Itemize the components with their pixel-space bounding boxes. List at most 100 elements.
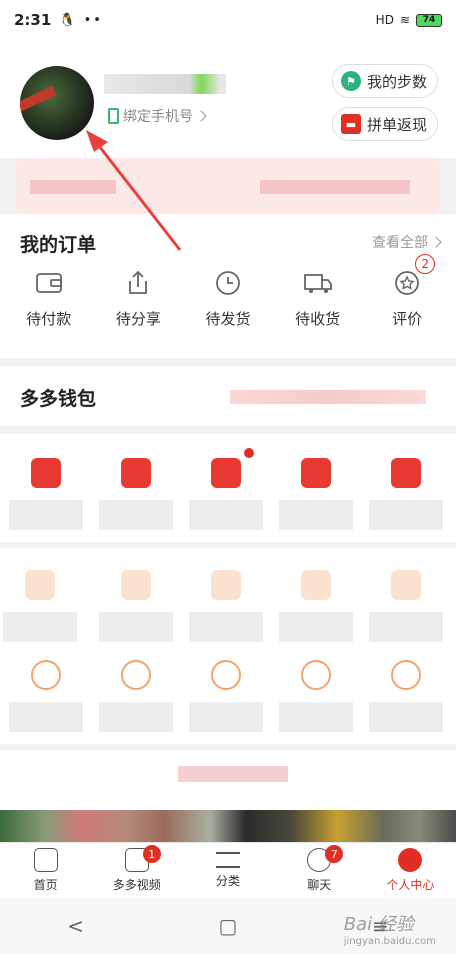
wallet-icon bbox=[34, 268, 64, 298]
view-all-orders-link[interactable]: 查看全部 bbox=[372, 232, 442, 252]
promo-banner[interactable] bbox=[16, 158, 440, 214]
battery-icon: 74 bbox=[416, 13, 442, 27]
watermark-sub: jingyan.baidu.com bbox=[343, 936, 436, 947]
tab-label: 多多视频 bbox=[112, 878, 161, 892]
service-item[interactable] bbox=[96, 660, 176, 732]
tab-video[interactable]: 1 多多视频 bbox=[91, 843, 182, 898]
wallet-grid-item[interactable] bbox=[366, 458, 446, 530]
services-grid bbox=[0, 548, 456, 744]
bind-phone-label: 绑定手机号 bbox=[123, 109, 193, 125]
wallet-title: 多多钱包 bbox=[20, 388, 97, 410]
yuan-coin-icon bbox=[391, 458, 421, 488]
grid-label-blurred bbox=[189, 612, 263, 642]
runner-icon: ⚑ bbox=[340, 71, 361, 91]
wallet-grid-item[interactable] bbox=[186, 448, 266, 530]
share-icon bbox=[123, 268, 153, 298]
ticket-icon bbox=[31, 458, 61, 488]
wallet-info-blurred bbox=[230, 390, 426, 404]
bind-phone-link[interactable]: 绑定手机号 bbox=[108, 106, 207, 126]
profile-icon bbox=[398, 848, 423, 872]
promo-text-blurred bbox=[30, 180, 116, 194]
document-icon bbox=[31, 660, 61, 690]
grid-label-blurred bbox=[9, 500, 83, 530]
service-icon bbox=[391, 570, 421, 600]
review-count-badge: 2 bbox=[415, 254, 436, 274]
service-item[interactable] bbox=[276, 660, 356, 732]
order-item-label: 评价 bbox=[392, 310, 423, 328]
wallet-grid-item[interactable] bbox=[96, 458, 176, 530]
my-steps-button[interactable]: ⚑ 我的步数 bbox=[331, 64, 438, 98]
train-icon bbox=[121, 660, 151, 690]
username-blurred bbox=[104, 74, 226, 94]
service-item[interactable] bbox=[366, 570, 446, 642]
group-cashback-button[interactable]: ▬ 拼单返现 bbox=[331, 107, 438, 141]
service-item[interactable] bbox=[96, 570, 176, 642]
order-review[interactable]: 2 评价 bbox=[367, 254, 447, 329]
wallet-grid-item[interactable] bbox=[6, 458, 86, 530]
category-icon bbox=[216, 852, 240, 868]
product-feed-blurred[interactable] bbox=[0, 810, 456, 842]
service-icon bbox=[25, 570, 55, 600]
gift-card-icon bbox=[211, 458, 241, 488]
phone-icon bbox=[108, 108, 119, 124]
order-pending-receipt[interactable]: 待收货 bbox=[278, 268, 358, 329]
service-item[interactable] bbox=[186, 660, 266, 732]
my-steps-label: 我的步数 bbox=[366, 72, 427, 91]
tab-chat[interactable]: 7 聊天 bbox=[274, 843, 365, 898]
service-item[interactable] bbox=[366, 660, 446, 732]
back-button[interactable]: < bbox=[67, 914, 84, 938]
group-cashback-label: 拼单返现 bbox=[366, 115, 427, 134]
wallet-grid-item[interactable] bbox=[276, 458, 356, 530]
headset-icon bbox=[301, 660, 331, 690]
order-item-label: 待收货 bbox=[295, 310, 341, 328]
truck-icon bbox=[303, 268, 333, 298]
shopping-bag-icon bbox=[121, 458, 151, 488]
grid-label-blurred bbox=[279, 500, 353, 530]
grid-label-blurred bbox=[189, 500, 263, 530]
grid-label-blurred bbox=[189, 702, 263, 732]
service-icon bbox=[301, 570, 331, 600]
service-icon bbox=[211, 570, 241, 600]
service-item[interactable] bbox=[6, 660, 86, 732]
chevron-right-icon bbox=[195, 110, 207, 122]
recommend-title-blurred bbox=[178, 766, 288, 782]
video-badge: 1 bbox=[142, 845, 161, 863]
order-pending-share[interactable]: 待分享 bbox=[98, 268, 178, 329]
chevron-right-icon bbox=[430, 236, 442, 248]
red-packet-icon: ▬ bbox=[340, 114, 361, 134]
wallet-grid bbox=[0, 434, 456, 542]
tab-label: 分类 bbox=[216, 874, 241, 888]
order-pending-payment[interactable]: 待付款 bbox=[9, 268, 89, 329]
review-icon bbox=[392, 268, 422, 298]
notification-dot bbox=[244, 448, 254, 458]
grid-label-blurred bbox=[369, 500, 443, 530]
order-item-label: 待付款 bbox=[26, 310, 72, 328]
service-item[interactable] bbox=[186, 570, 266, 642]
grid-label-blurred bbox=[369, 612, 443, 642]
view-all-label: 查看全部 bbox=[372, 235, 428, 251]
wifi-icon: ≋ bbox=[399, 13, 410, 27]
tab-label: 聊天 bbox=[307, 878, 332, 892]
order-pending-shipment[interactable]: 待发货 bbox=[188, 268, 268, 329]
watermark: Bai 经验 jingyan.baidu.com bbox=[344, 910, 436, 947]
order-item-label: 待分享 bbox=[115, 310, 161, 328]
watermark-main: Bai 经验 bbox=[343, 914, 414, 935]
orders-title: 我的订单 bbox=[20, 234, 97, 256]
recommend-header bbox=[0, 750, 456, 810]
grid-label-blurred bbox=[99, 500, 173, 530]
settings-icon bbox=[391, 660, 421, 690]
paw-icon bbox=[301, 458, 331, 488]
grid-label-blurred bbox=[99, 612, 173, 642]
wallet-section[interactable]: 多多钱包 bbox=[0, 366, 456, 426]
tab-category[interactable]: 分类 bbox=[182, 843, 273, 898]
service-item[interactable] bbox=[0, 570, 80, 642]
grid-label-blurred bbox=[279, 702, 353, 732]
avatar[interactable] bbox=[20, 66, 94, 140]
grid-label-blurred bbox=[369, 702, 443, 732]
tab-profile[interactable]: 个人中心 bbox=[365, 843, 456, 898]
tab-home[interactable]: 首页 bbox=[0, 843, 91, 898]
service-item[interactable] bbox=[276, 570, 356, 642]
service-icon bbox=[121, 570, 151, 600]
signal-icon: HD bbox=[375, 13, 394, 27]
home-button[interactable]: ▢ bbox=[219, 914, 238, 938]
